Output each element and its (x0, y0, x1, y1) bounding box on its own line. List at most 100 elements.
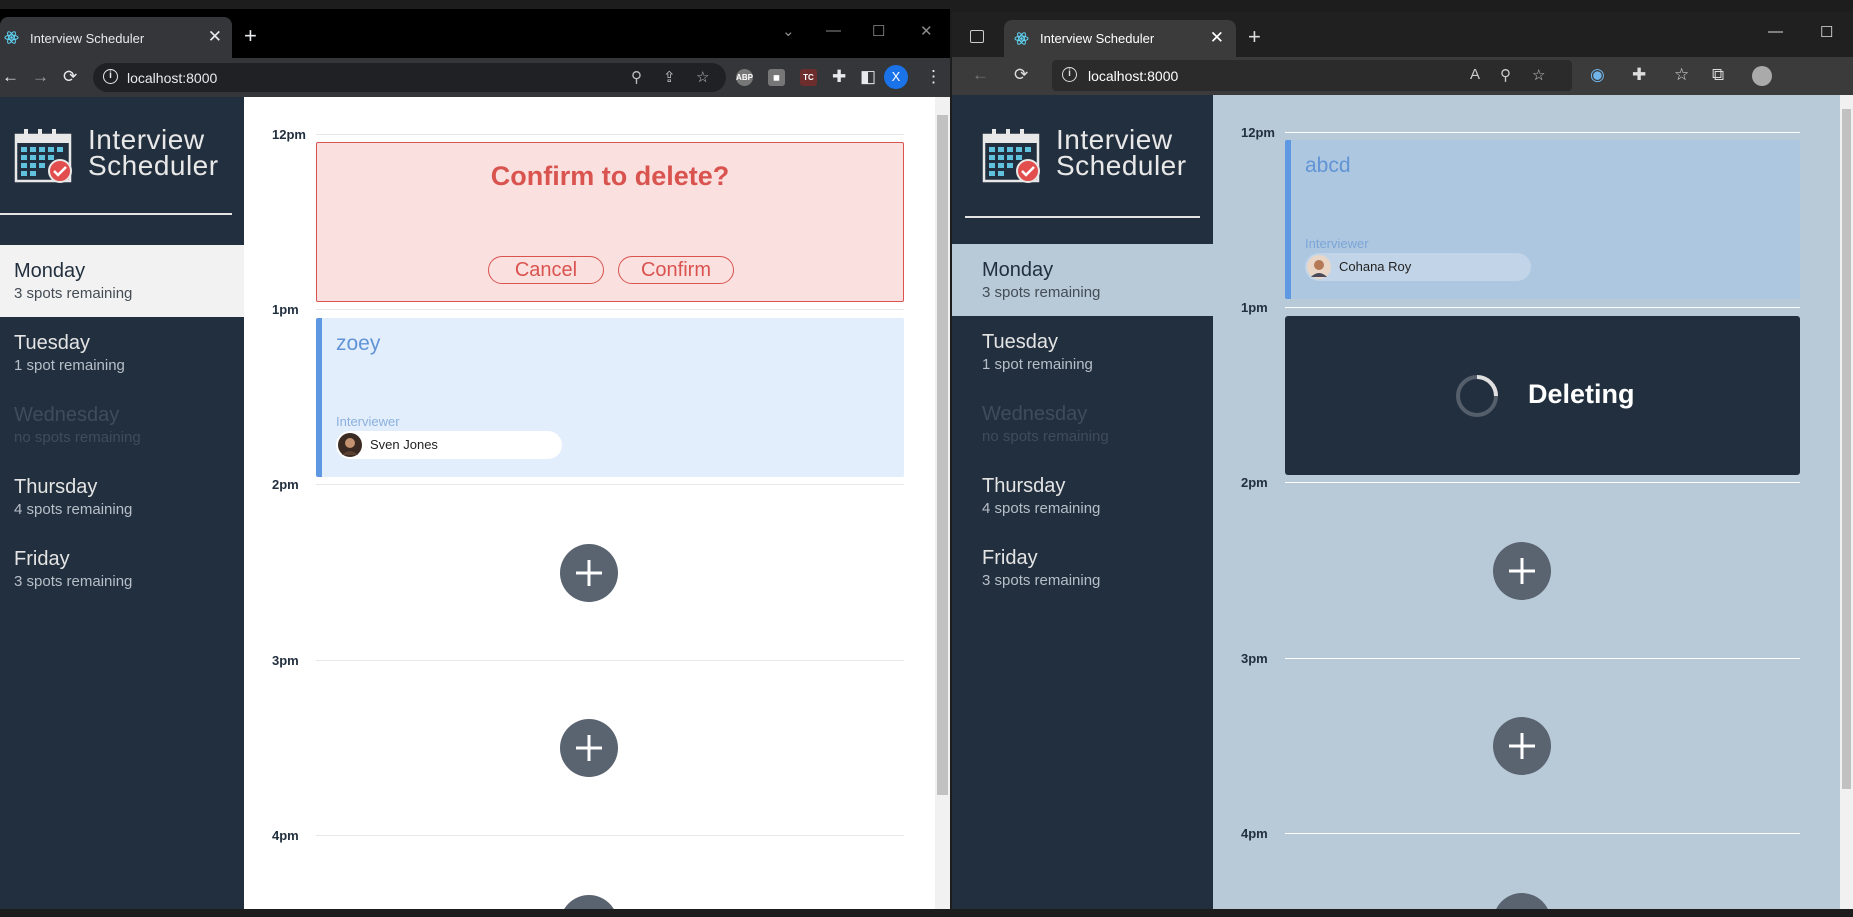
hour-label: 1pm (1241, 300, 1268, 315)
zoom-icon[interactable]: ⚲ (631, 68, 642, 86)
appointment-card[interactable]: abcd Interviewer Cohana Roy (1285, 140, 1800, 299)
deleting-status-panel: Deleting (1285, 316, 1800, 475)
side-panel-icon[interactable]: ◧ (860, 67, 876, 87)
extensions-puzzle-icon[interactable]: ✚ (832, 67, 846, 87)
address-bar[interactable]: i localhost:8000 ⚲ ⇪ ☆ (93, 63, 726, 92)
minimize-icon[interactable]: — (826, 22, 841, 39)
day-list-item-tuesday[interactable]: Tuesday 1 spot remaining (952, 316, 1213, 388)
hour-label: 4pm (1241, 826, 1268, 841)
browser-toolbar: ← → ⟳ i localhost:8000 ⚲ ⇪ ☆ ABP ◼ TC ✚ … (0, 58, 950, 97)
sidebar: Interview Scheduler Monday 3 spots remai… (0, 97, 244, 909)
day-list-item-wednesday[interactable]: Wednesday no spots remaining (0, 389, 244, 461)
plus-icon (573, 908, 605, 909)
collections-icon[interactable]: ⧉ (1712, 65, 1724, 85)
menu-kebab-icon[interactable]: ⋮ (925, 67, 942, 87)
maximize-icon[interactable]: ☐ (872, 22, 885, 40)
hour-separator (1285, 833, 1800, 834)
day-list-item-thursday[interactable]: Thursday 4 spots remaining (952, 460, 1213, 532)
status-message: Deleting (1528, 379, 1635, 409)
scrollbar-thumb[interactable] (1842, 109, 1851, 789)
day-list-item-tuesday[interactable]: Tuesday 1 spot remaining (0, 317, 244, 389)
day-spots: no spots remaining (982, 428, 1109, 445)
forward-icon[interactable]: → (32, 67, 49, 87)
hour-separator (316, 484, 904, 485)
reload-icon[interactable]: ⟳ (1014, 65, 1028, 85)
tab-close-icon[interactable]: ✕ (208, 27, 222, 47)
browser-tab[interactable]: Interview Scheduler ✕ (1004, 20, 1236, 57)
add-appointment-button[interactable] (1493, 717, 1551, 775)
back-icon[interactable]: ← (972, 65, 989, 85)
add-appointment-button[interactable] (1493, 542, 1551, 600)
hour-label: 3pm (272, 653, 299, 668)
confirm-button[interactable]: Confirm (618, 256, 734, 284)
tab-strip: Interview Scheduler ✕ + ⌄ — ☐ ✕ (0, 9, 950, 58)
bookmark-star-icon[interactable]: ☆ (696, 68, 709, 86)
student-name: zoey (336, 332, 381, 355)
day-list-item-friday[interactable]: Friday 3 spots remaining (952, 532, 1213, 604)
tab-close-icon[interactable]: ✕ (1210, 28, 1224, 48)
browser-tab[interactable]: Interview Scheduler ✕ (0, 17, 232, 58)
extension-icon[interactable]: ◉ (1590, 65, 1605, 85)
hour-label: 2pm (272, 477, 299, 492)
interviewer-avatar (1307, 255, 1331, 279)
calendar-logo-icon (14, 129, 72, 183)
add-appointment-button[interactable] (560, 719, 618, 777)
loading-spinner-icon (1456, 375, 1498, 417)
student-name: abcd (1305, 154, 1351, 177)
day-spots: no spots remaining (14, 429, 141, 446)
profile-avatar[interactable]: X (884, 65, 908, 89)
day-list-item-monday[interactable]: Monday 3 spots remaining (952, 244, 1213, 316)
profile-avatar[interactable] (1752, 66, 1772, 86)
adblock-extension-icon[interactable]: ABP (736, 69, 753, 86)
zoom-icon[interactable]: ⚲ (1500, 66, 1511, 84)
site-info-icon[interactable]: i (1062, 67, 1077, 82)
day-list-item-thursday[interactable]: Thursday 4 spots remaining (0, 461, 244, 533)
site-info-icon[interactable]: i (103, 69, 118, 84)
day-name: Wednesday (14, 404, 120, 426)
address-bar[interactable]: i localhost:8000 A ⚲ ☆ (1052, 60, 1572, 91)
new-tab-icon[interactable]: + (1248, 24, 1261, 50)
plus-icon (1509, 733, 1535, 759)
share-icon[interactable]: ⇪ (663, 68, 676, 86)
add-appointment-button[interactable] (560, 544, 618, 602)
tab-title: Interview Scheduler (1040, 31, 1155, 46)
tab-actions-icon[interactable] (970, 30, 984, 43)
hour-separator (316, 660, 904, 661)
page-scrollbar[interactable] (1840, 95, 1853, 909)
page-scrollbar[interactable] (935, 97, 950, 909)
hour-label: 2pm (1241, 475, 1268, 490)
tab-search-icon[interactable]: ⌄ (782, 22, 795, 40)
add-appointment-button[interactable] (560, 895, 618, 909)
scrollbar-thumb[interactable] (937, 115, 948, 795)
close-window-icon[interactable]: ✕ (920, 22, 933, 40)
day-spots: 1 spot remaining (982, 356, 1093, 373)
reload-icon[interactable]: ⟳ (63, 67, 77, 87)
day-list-item-wednesday[interactable]: Wednesday no spots remaining (952, 388, 1213, 460)
read-aloud-icon[interactable]: A (1470, 66, 1480, 83)
cancel-button[interactable]: Cancel (488, 256, 604, 284)
plus-icon (1509, 558, 1535, 584)
extensions-icon[interactable]: ✚ (1632, 65, 1646, 85)
favorites-icon[interactable]: ☆ (1674, 65, 1689, 85)
day-spots: 3 spots remaining (982, 572, 1101, 589)
minimize-icon[interactable]: — (1768, 23, 1783, 40)
day-name: Friday (982, 547, 1038, 569)
interviewer-label: Interviewer (1305, 236, 1369, 251)
confirm-message: Confirm to delete? (490, 161, 730, 191)
browser-toolbar: ← ⟳ i localhost:8000 A ⚲ ☆ ◉ ✚ ☆ ⧉ (952, 57, 1853, 95)
hour-separator (316, 835, 904, 836)
appointment-card[interactable]: zoey Interviewer Sven Jones (316, 318, 904, 477)
extension-icon[interactable]: ◼ (768, 69, 785, 86)
day-name: Thursday (982, 475, 1066, 497)
day-list-item-monday[interactable]: Monday 3 spots remaining (0, 245, 244, 317)
day-list-item-friday[interactable]: Friday 3 spots remaining (0, 533, 244, 605)
tc-extension-icon[interactable]: TC (800, 69, 817, 86)
schedule: 12pm 1pm 2pm 3pm 4pm abcd Interviewer Co… (1213, 95, 1840, 909)
maximize-icon[interactable]: ☐ (1820, 23, 1833, 41)
new-tab-icon[interactable]: + (244, 23, 257, 49)
back-icon[interactable]: ← (2, 67, 19, 87)
interviewer-name: Cohana Roy (1339, 259, 1412, 274)
add-favorite-icon[interactable]: ☆ (1532, 66, 1545, 84)
add-appointment-button[interactable] (1493, 893, 1551, 909)
plus-icon (576, 560, 602, 586)
